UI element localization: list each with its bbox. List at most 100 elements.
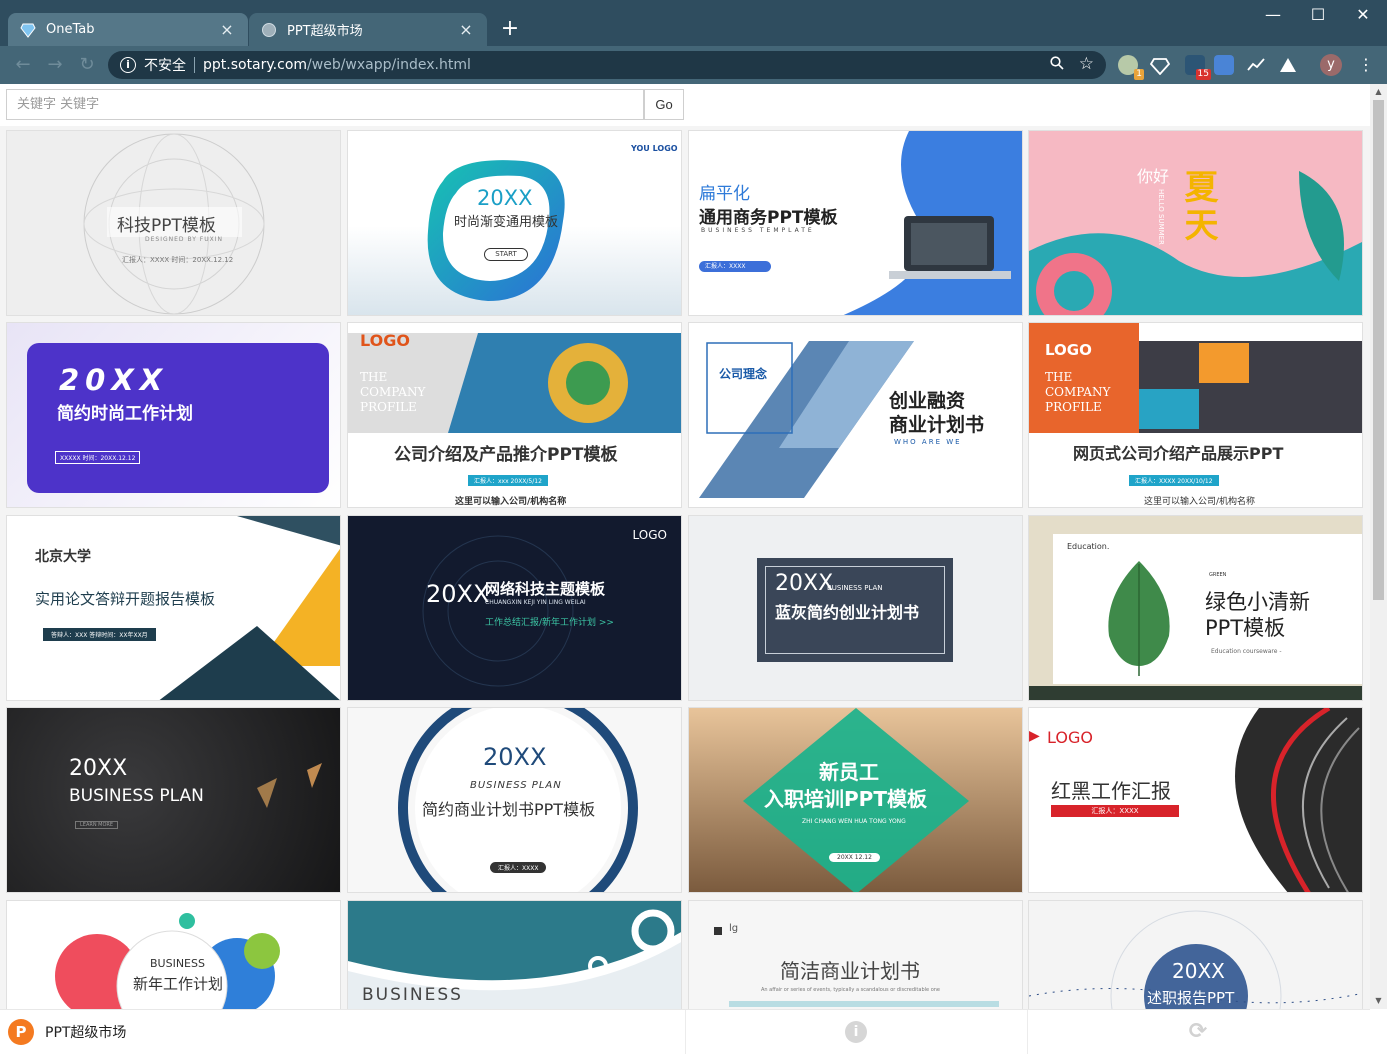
template-card-6[interactable]: LOGO THE COMPANY PROFILE 公司介绍及产品推介PPT模板 … <box>347 322 682 508</box>
card-title: 时尚渐变通用模板 <box>454 215 559 230</box>
card-logo: LOGO <box>1047 728 1093 747</box>
search-row: Go <box>0 84 1370 126</box>
template-card-11[interactable]: 20XX BUSINESS PLAN 蓝灰简约创业计划书 <box>688 515 1023 701</box>
play-triangle-icon: ▶ <box>1029 728 1040 744</box>
close-window-button[interactable]: ✕ <box>1340 4 1386 30</box>
tab-onetab[interactable]: OneTab × <box>8 13 248 46</box>
go-button[interactable]: Go <box>644 89 684 120</box>
template-card-14[interactable]: 20XX BUSINESS PLAN 简约商业计划书PPT模板 汇报人：XXXX <box>347 707 682 893</box>
card-subtitle-2: 工作总结汇报/新年工作计划 >> <box>485 618 614 628</box>
card-subtitle: Education. <box>1067 542 1110 551</box>
gold-accent <box>257 763 322 808</box>
divider <box>1027 1010 1028 1054</box>
extension-triangle-icon[interactable] <box>1278 55 1298 75</box>
template-card-9[interactable]: 北京大学 实用论文答辩开题报告模板 答辩人：XXX 答辩时间：XX年XX月 <box>6 515 341 701</box>
template-card-10[interactable]: LOGO 20XX 网络科技主题模板 CHUANGXIN KEJI YIN LI… <box>347 515 682 701</box>
card-subtitle: 公司理念 <box>719 367 768 381</box>
search-input[interactable] <box>6 89 644 120</box>
card-subtitle: BUSINESS PLAN <box>827 584 883 592</box>
card-title: 公司介绍及产品推介PPT模板 <box>394 445 618 465</box>
card-logo: 北京大学 <box>35 549 91 565</box>
template-card-5[interactable]: 20XX 简约时尚工作计划 XXXXX 时间：20XX.12.12 <box>6 322 341 508</box>
extension-translate-icon[interactable] <box>1214 55 1234 75</box>
tab-close-icon[interactable]: × <box>457 20 475 39</box>
menu-dots-icon[interactable]: ⋮ <box>1358 54 1374 76</box>
tab-label: OneTab <box>46 22 95 37</box>
card-title: 新年工作计划 <box>133 975 224 993</box>
template-card-7[interactable]: 公司理念 创业融资 商业计划书 WHO ARE WE <box>688 322 1023 508</box>
card-year: 20XX <box>426 580 490 608</box>
template-card-15[interactable]: 新员工 入职培训PPT模板 ZHI CHANG WEN HUA TONG YON… <box>688 707 1023 893</box>
bookmark-star-icon[interactable]: ☆ <box>1079 54 1094 74</box>
reload-icon[interactable]: ↻ <box>76 54 98 76</box>
address-bar[interactable]: i 不安全 ppt.sotary.com/web/wxapp/index.htm… <box>108 51 1106 79</box>
refresh-icon[interactable]: ⟳ <box>1187 1021 1209 1043</box>
card-subtitle-2: HELLO SUMMER <box>1157 189 1165 245</box>
app-logo-icon: P <box>8 1019 34 1045</box>
maximize-button[interactable]: ☐ <box>1295 4 1341 30</box>
template-card-13[interactable]: 20XX BUSINESS PLAN LEARN MORE <box>6 707 341 893</box>
card-title: 网络科技主题模板 <box>485 580 606 598</box>
globe-favicon-icon <box>261 22 277 38</box>
scroll-thumb[interactable] <box>1373 100 1384 600</box>
template-card-16[interactable]: ▶ LOGO 红黑工作汇报 汇报人：XXXX <box>1028 707 1363 893</box>
card-subtitle: 你好 <box>1137 167 1170 186</box>
template-card-20[interactable]: 20XX 述职报告PPT <box>1028 900 1363 1009</box>
card-tag: GREEN <box>1209 572 1227 578</box>
template-card-8[interactable]: LOGO THE COMPANY PROFILE 网页式公司介绍产品展示PPT … <box>1028 322 1363 508</box>
search-icon[interactable] <box>1050 56 1064 74</box>
card-subtitle: DESIGNED BY FUXIN <box>145 236 224 243</box>
tab-close-icon[interactable]: × <box>218 20 236 39</box>
card-logo: YOU LOGO <box>631 144 678 153</box>
card-meta: 汇报人：XXXX <box>490 862 547 873</box>
card-subtitle: BUSINESS <box>150 957 205 970</box>
template-card-2[interactable]: YOU LOGO 20XX 时尚渐变通用模板 START <box>347 130 682 316</box>
template-card-4[interactable]: 你好 夏天 HELLO SUMMER <box>1028 130 1363 316</box>
logo-square <box>714 927 722 935</box>
template-card-12[interactable]: Education. GREEN 绿色小清新 PPT模板 Education c… <box>1028 515 1363 701</box>
card-title: 夏天 <box>1178 169 1218 245</box>
card-title: 简约时尚工作计划 <box>57 404 193 424</box>
template-card-1[interactable]: 科技PPT模板 DESIGNED BY FUXIN 汇报人：XXXX 时间：20… <box>6 130 341 316</box>
scroll-down-arrow-icon[interactable]: ▼ <box>1370 993 1387 1009</box>
profile-avatar[interactable]: y <box>1320 54 1342 76</box>
card-title: 通用商务PPT模板 <box>699 208 838 228</box>
card-title: 红黑工作汇报 <box>1051 779 1171 803</box>
vertical-scrollbar[interactable]: ▲ ▼ <box>1370 84 1387 1009</box>
back-arrow-icon[interactable]: ← <box>12 54 34 76</box>
extension-calendar-icon[interactable]: 15 <box>1185 55 1211 80</box>
card-title: 简约商业计划书PPT模板 <box>422 800 596 819</box>
template-card-3[interactable]: 扁平化 通用商务PPT模板 BUSINESS TEMPLATE 汇报人：XXXX <box>688 130 1023 316</box>
card-year: 20XX <box>483 743 547 771</box>
new-tab-button[interactable]: + <box>498 18 522 42</box>
divider <box>194 57 195 73</box>
extension-1-icon[interactable]: 1 <box>1118 55 1144 80</box>
browser-titlebar: OneTab × PPT超级市场 × + — ☐ ✕ <box>0 0 1387 46</box>
card-meta: 20XX 12.12 <box>829 853 880 862</box>
forward-arrow-icon[interactable]: → <box>44 54 66 76</box>
card-title-2: 入职培训PPT模板 <box>764 787 927 811</box>
info-circle-icon[interactable]: i <box>845 1021 867 1043</box>
card-subtitle: BUSINESS PLAN <box>470 780 562 791</box>
card-meta: 汇报人：XXXX <box>699 261 771 272</box>
card-title: 实用论文答辩开题报告模板 <box>35 590 216 608</box>
blue-tile <box>1139 389 1199 429</box>
extension-diamond-icon[interactable] <box>1149 55 1171 76</box>
template-card-19[interactable]: lg 简洁商业计划书 An affair or series of events… <box>688 900 1023 1009</box>
scroll-up-arrow-icon[interactable]: ▲ <box>1370 84 1387 100</box>
card-subtitle: 扁平化 <box>699 184 750 204</box>
tab-ppt-market[interactable]: PPT超级市场 × <box>249 13 487 46</box>
start-pill: START <box>484 248 528 261</box>
network-globe <box>422 535 574 687</box>
info-icon[interactable]: i <box>120 57 136 73</box>
minimize-button[interactable]: — <box>1250 4 1296 30</box>
card-meta: 汇报人：XXXX <box>1051 805 1179 817</box>
url-host: ppt.sotary.com <box>203 57 308 73</box>
template-card-18[interactable]: BUSINESS <box>347 900 682 1009</box>
template-card-17[interactable]: BUSINESS 新年工作计划 <box>6 900 341 1009</box>
bottom-home[interactable]: P PPT超级市场 <box>8 1019 126 1045</box>
card-subtitle-2: BUSINESS TEMPLATE <box>701 227 815 234</box>
page-content: Go 科技PPT模板 DESIGNED BY FUXIN 汇报人：XXXX 时间… <box>0 84 1370 1009</box>
card-title-2: PPT模板 <box>1205 616 1286 640</box>
extension-chart-icon[interactable] <box>1246 55 1266 75</box>
